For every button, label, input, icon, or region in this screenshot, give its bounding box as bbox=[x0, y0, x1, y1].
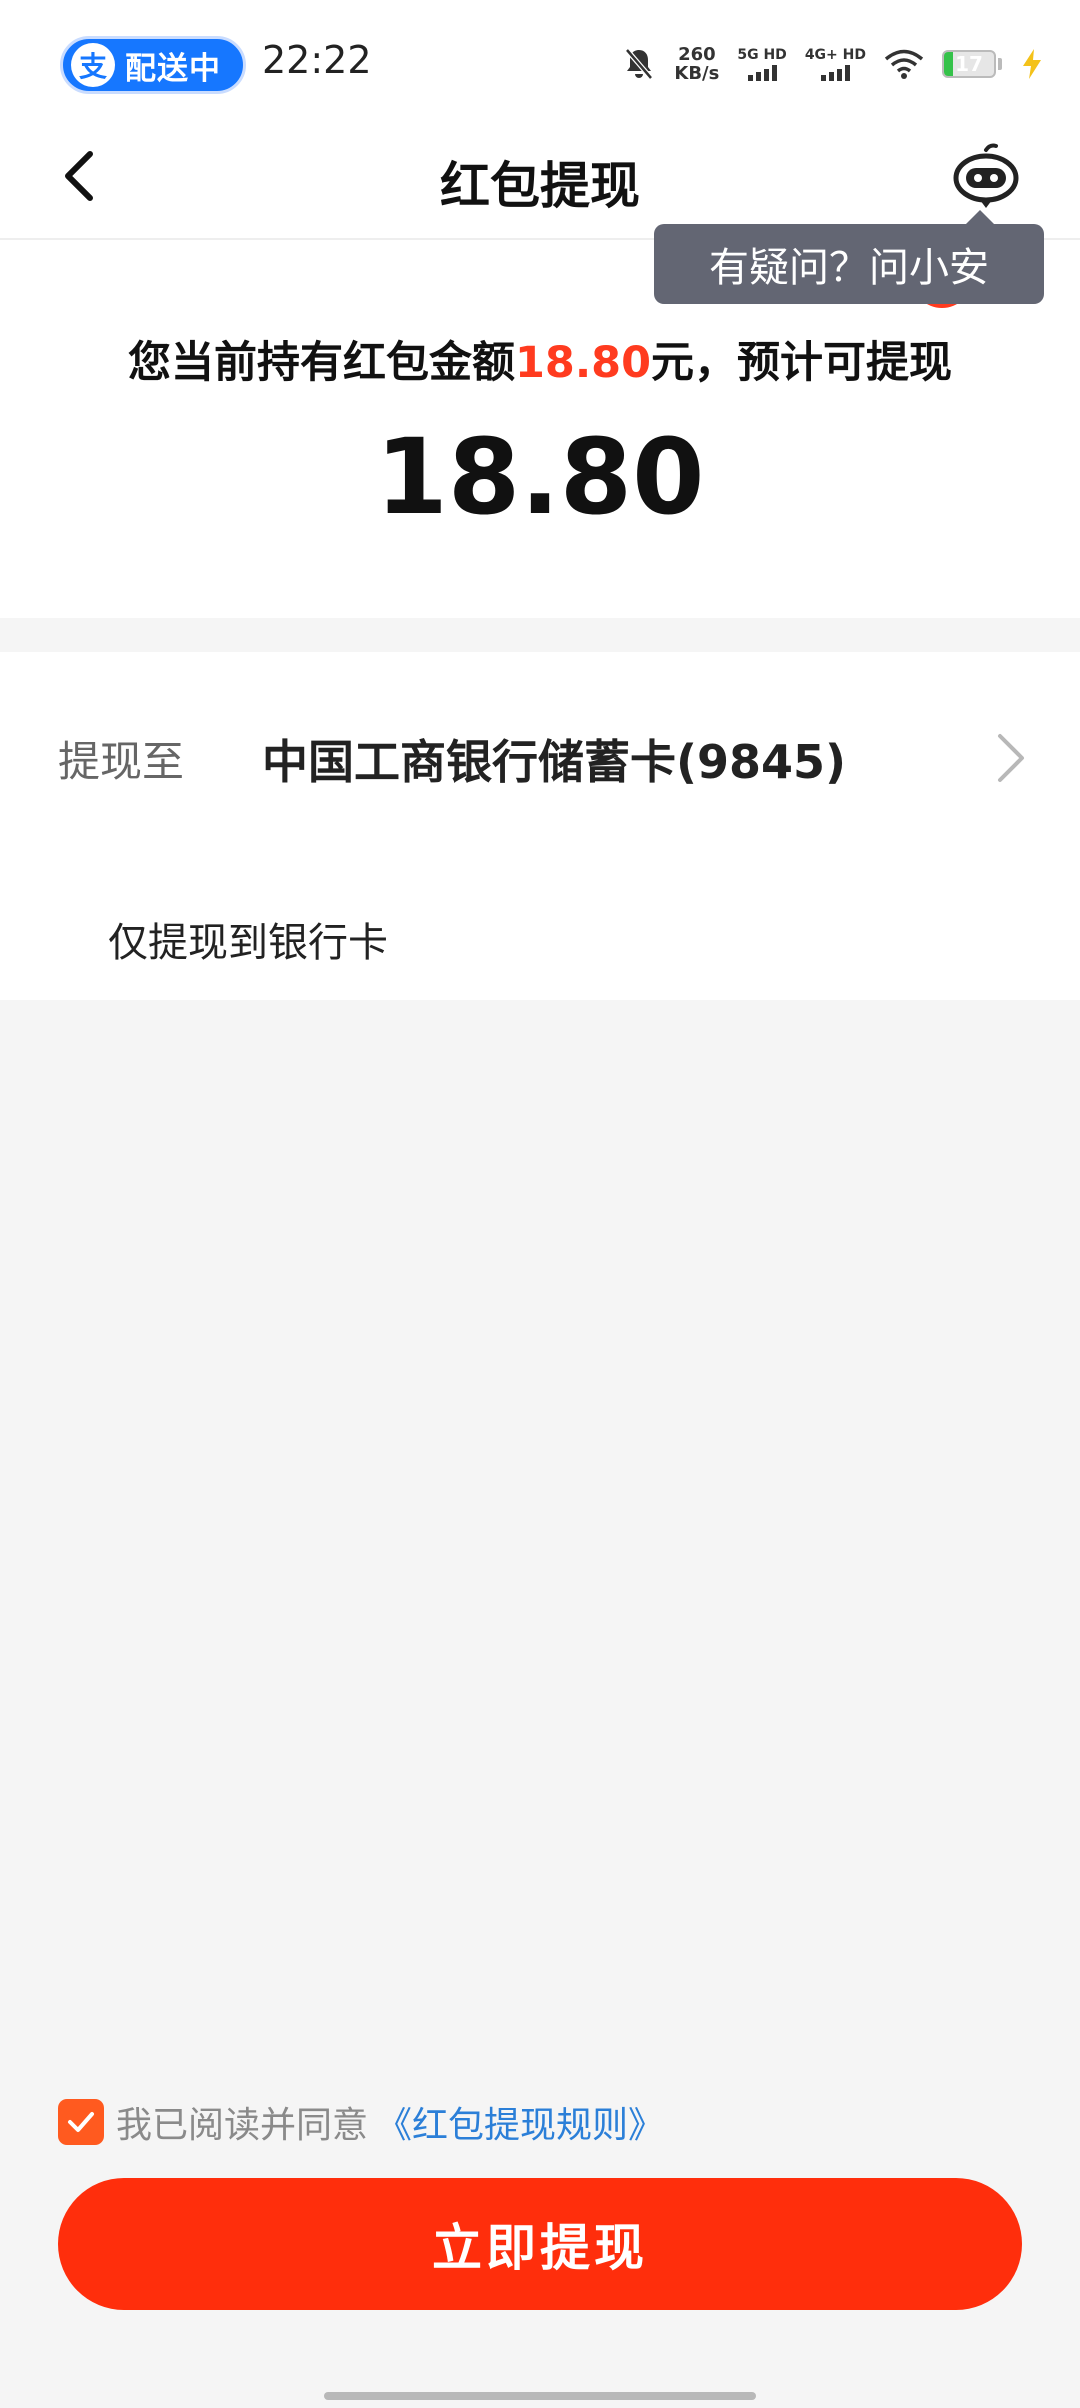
balance-summary: 您当前持有红包金额18.80元，预计可提现 bbox=[0, 328, 1080, 390]
agreement-checkbox[interactable] bbox=[58, 2099, 104, 2145]
network-speed-value: 260 bbox=[678, 44, 716, 65]
status-time: 22:22 bbox=[262, 38, 372, 82]
delivery-status-pill[interactable]: 支 配送中 bbox=[60, 36, 246, 94]
nav-bar: 红包提现 bbox=[0, 124, 1080, 240]
sim2-signal-bars-icon bbox=[820, 65, 850, 81]
sim2-label: 4G+ HD bbox=[804, 47, 866, 63]
withdraw-destination-row[interactable]: 提现至 中国工商银行储蓄卡(9845) bbox=[0, 652, 1080, 856]
withdrawable-amount: 18.80 bbox=[375, 416, 705, 538]
battery-icon: 17 bbox=[942, 50, 996, 78]
status-icons: 260 KB/s 5G HD 4G+ HD 17 bbox=[622, 36, 1044, 92]
assistant-tooltip[interactable]: 有疑问？问小安 bbox=[654, 210, 1044, 304]
robot-assistant-icon bbox=[953, 143, 1019, 208]
balance-amount-highlight: 18.80 bbox=[514, 338, 651, 388]
bank-card-only-label: 仅提现到银行卡 bbox=[108, 920, 388, 966]
mute-bell-icon bbox=[625, 48, 654, 80]
withdraw-options: 提现至 中国工商银行储蓄卡(9845) 仅提现到银行卡 bbox=[0, 652, 1080, 1000]
charging-bolt-icon bbox=[1023, 49, 1041, 79]
wifi-icon bbox=[884, 49, 924, 79]
network-speed-unit: KB/s bbox=[674, 63, 720, 84]
agreement-text: 我已阅读并同意 bbox=[116, 2105, 369, 2146]
chevron-right-icon bbox=[998, 734, 1024, 782]
page-title: 红包提现 bbox=[440, 157, 640, 215]
withdraw-destination-value: 中国工商银行储蓄卡(9845) bbox=[262, 735, 847, 789]
home-indicator[interactable] bbox=[324, 2392, 756, 2400]
agreement-row: 我已阅读并同意 《红包提现规则》 bbox=[58, 2098, 664, 2146]
battery-level: 17 bbox=[955, 52, 983, 76]
balance-summary-prefix: 您当前持有红包金额 bbox=[127, 338, 515, 388]
alipay-logo-icon: 支 bbox=[71, 43, 115, 87]
bank-card-only-option[interactable]: 仅提现到银行卡 bbox=[0, 856, 1080, 1000]
status-bar: 支 配送中 22:22 260 KB/s 5G HD 4G+ HD 17 bbox=[0, 0, 1080, 124]
assistant-button[interactable] bbox=[950, 140, 1022, 212]
sim1-signal: 5G HD bbox=[737, 47, 787, 81]
withdraw-rules-link[interactable]: 《红包提现规则》 bbox=[376, 2096, 664, 2148]
network-speed: 260 KB/s bbox=[674, 45, 719, 83]
balance-summary-suffix: 元，预计可提现 bbox=[651, 338, 952, 388]
withdraw-destination-label: 提现至 bbox=[58, 737, 185, 786]
checkmark-icon bbox=[68, 2112, 94, 2132]
delivery-status-text: 配送中 bbox=[125, 50, 221, 87]
sim2-signal: 4G+ HD bbox=[805, 47, 866, 81]
sim1-signal-bars-icon bbox=[747, 65, 777, 81]
battery-tip bbox=[998, 58, 1002, 70]
withdraw-now-button[interactable]: 立即提现 bbox=[58, 2178, 1022, 2310]
sim1-label: 5G HD bbox=[737, 47, 787, 63]
